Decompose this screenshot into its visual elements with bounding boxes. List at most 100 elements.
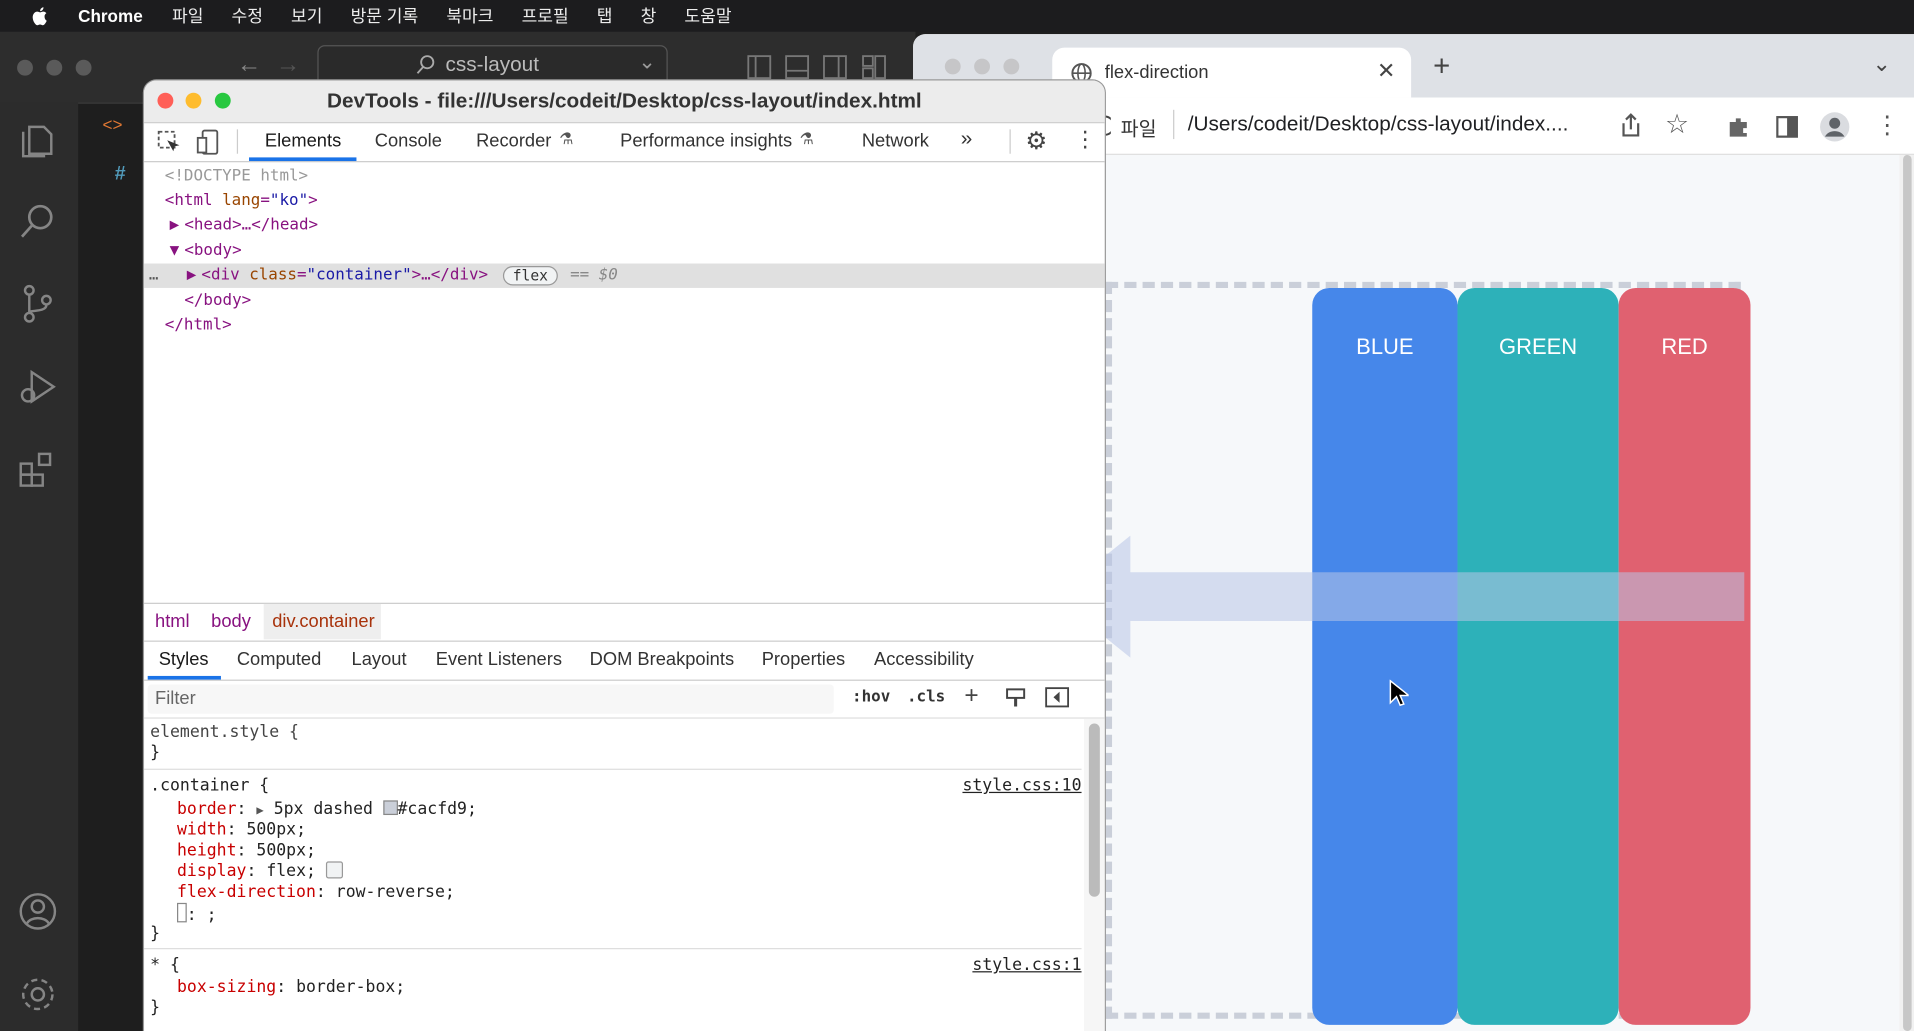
tab-accessibility[interactable]: Accessibility bbox=[874, 649, 974, 670]
menu-item-file[interactable]: 파일 bbox=[172, 4, 203, 28]
universal-source-link[interactable]: style.css:1 bbox=[972, 955, 1081, 976]
html-close-tag[interactable]: </html> bbox=[165, 314, 232, 339]
gear-icon[interactable] bbox=[17, 974, 59, 1015]
styles-filter-bar: Filter :hov .cls + bbox=[144, 681, 1105, 719]
search-icon[interactable] bbox=[17, 200, 59, 241]
new-declaration-editor[interactable]: : ; bbox=[177, 902, 217, 926]
div-container-node[interactable]: <div class="container">…</div> bbox=[201, 264, 488, 289]
share-icon[interactable] bbox=[1619, 112, 1643, 139]
toggle-sidebar-icon[interactable] bbox=[1045, 687, 1070, 709]
tab-performance-insights[interactable]: Performance insights bbox=[620, 131, 792, 152]
expand-arrow-icon[interactable]: ▶ bbox=[170, 214, 180, 239]
breadcrumb-html[interactable]: html bbox=[155, 611, 190, 632]
hov-toggle[interactable]: :hov bbox=[852, 688, 890, 706]
menu-item-window[interactable]: 창 bbox=[641, 4, 657, 28]
tab-recorder[interactable]: Recorder bbox=[476, 131, 551, 152]
back-arrow-icon[interactable]: ← bbox=[237, 51, 261, 79]
tab-event-listeners[interactable]: Event Listeners bbox=[436, 649, 562, 670]
tab-layout[interactable]: Layout bbox=[352, 649, 407, 670]
new-rule-button[interactable]: + bbox=[964, 682, 978, 710]
menu-item-tab[interactable]: 탭 bbox=[597, 4, 613, 28]
side-panel-icon[interactable] bbox=[1775, 115, 1799, 139]
address-bar[interactable]: /Users/codeit/Desktop/css-layout/index..… bbox=[1188, 112, 1569, 136]
window-minimize-button[interactable] bbox=[974, 58, 990, 75]
bookmark-star-icon[interactable]: ☆ bbox=[1665, 109, 1689, 141]
height-declaration[interactable]: height: 500px; bbox=[177, 841, 316, 862]
element-style-selector[interactable]: element.style { bbox=[150, 722, 299, 743]
tab-flex-direction[interactable]: flex-direction ✕ bbox=[1052, 47, 1412, 98]
menu-item-profiles[interactable]: 프로필 bbox=[522, 4, 569, 28]
width-declaration[interactable]: width: 500px; bbox=[177, 820, 306, 841]
body-node[interactable]: <body> bbox=[184, 239, 241, 264]
tab-styles[interactable]: Styles bbox=[159, 649, 209, 670]
window-close-button[interactable] bbox=[157, 92, 174, 109]
close-tab-icon[interactable]: ✕ bbox=[1377, 59, 1395, 85]
tab-elements[interactable]: Elements bbox=[265, 131, 341, 152]
menu-item-history[interactable]: 방문 기록 bbox=[351, 4, 419, 28]
new-tab-button[interactable]: + bbox=[1433, 50, 1450, 84]
apple-icon[interactable] bbox=[29, 5, 51, 27]
scrollbar[interactable] bbox=[1899, 154, 1914, 1031]
tab-properties[interactable]: Properties bbox=[762, 649, 845, 670]
kebab-menu-icon[interactable]: ⋮ bbox=[1074, 127, 1096, 153]
body-close-tag[interactable]: </body> bbox=[184, 289, 251, 314]
extensions-icon[interactable] bbox=[1726, 115, 1750, 139]
box-sizing-declaration[interactable]: box-sizing: border-box; bbox=[177, 977, 405, 998]
window-zoom-button[interactable] bbox=[1003, 58, 1020, 75]
scheme-label[interactable]: 파일 bbox=[1121, 112, 1157, 141]
window-zoom-button[interactable] bbox=[75, 59, 92, 76]
kebab-menu-icon[interactable]: ⋮ bbox=[1875, 110, 1899, 141]
inspect-element-icon[interactable] bbox=[157, 130, 181, 155]
account-icon[interactable] bbox=[17, 891, 59, 932]
head-node[interactable]: <head>…</head> bbox=[184, 214, 318, 239]
html-node[interactable]: <html lang="ko"> bbox=[165, 189, 318, 214]
universal-selector[interactable]: * { bbox=[150, 955, 180, 976]
window-minimize-button[interactable] bbox=[46, 59, 63, 76]
tab-network[interactable]: Network bbox=[862, 131, 929, 152]
flex-badge[interactable]: flex bbox=[502, 265, 558, 286]
expand-arrow-icon[interactable]: ▶ bbox=[256, 804, 263, 817]
paint-brush-icon[interactable] bbox=[1005, 687, 1027, 709]
collapse-arrow-icon[interactable]: ▼ bbox=[170, 239, 180, 264]
styles-scrollbar[interactable] bbox=[1083, 718, 1105, 1031]
forward-arrow-icon[interactable]: → bbox=[276, 51, 300, 79]
expand-arrow-icon[interactable]: ▶ bbox=[187, 264, 197, 289]
window-close-button[interactable] bbox=[17, 59, 33, 76]
border-declaration[interactable]: border: ▶ 5px dashed #cacfd9; bbox=[177, 799, 477, 821]
device-toolbar-icon[interactable] bbox=[196, 129, 221, 156]
app-name[interactable]: Chrome bbox=[78, 6, 143, 26]
tab-dom-breakpoints[interactable]: DOM Breakpoints bbox=[590, 649, 735, 670]
more-tabs-icon[interactable]: » bbox=[961, 127, 973, 151]
tab-computed[interactable]: Computed bbox=[237, 649, 321, 670]
gear-icon[interactable]: ⚙ bbox=[1025, 126, 1047, 157]
window-minimize-button[interactable] bbox=[185, 92, 202, 109]
doctype-node[interactable]: <!DOCTYPE html> bbox=[165, 165, 308, 190]
container-selector[interactable]: .container { bbox=[150, 776, 269, 797]
breadcrumb-body[interactable]: body bbox=[211, 611, 251, 632]
chevron-down-icon[interactable]: ⌄ bbox=[1873, 51, 1891, 77]
box-red-label: RED bbox=[1661, 334, 1708, 359]
profile-avatar-icon[interactable] bbox=[1819, 111, 1851, 143]
window-close-button[interactable] bbox=[944, 58, 961, 75]
window-zoom-button[interactable] bbox=[214, 92, 231, 109]
tab-console[interactable]: Console bbox=[375, 131, 442, 152]
menu-item-help[interactable]: 도움말 bbox=[684, 4, 731, 28]
breadcrumb-div-container[interactable]: div.container bbox=[272, 611, 374, 632]
run-debug-icon[interactable] bbox=[17, 366, 59, 407]
layout-controls-icon[interactable] bbox=[747, 55, 893, 82]
menu-item-view[interactable]: 보기 bbox=[291, 4, 322, 28]
flexbox-editor-icon[interactable] bbox=[325, 861, 343, 879]
divider bbox=[236, 129, 239, 154]
color-swatch[interactable] bbox=[382, 800, 398, 816]
filter-input[interactable]: Filter bbox=[147, 684, 834, 714]
explorer-icon[interactable] bbox=[17, 120, 59, 161]
cls-toggle[interactable]: .cls bbox=[907, 688, 945, 706]
container-source-link[interactable]: style.css:10 bbox=[962, 776, 1081, 797]
row-ellipsis[interactable]: … bbox=[149, 264, 159, 289]
flex-direction-declaration[interactable]: flex-direction: row-reverse; bbox=[177, 882, 455, 903]
source-control-icon[interactable] bbox=[17, 283, 59, 324]
extensions-icon[interactable] bbox=[17, 449, 59, 490]
display-declaration[interactable]: display: flex; bbox=[177, 861, 343, 882]
menu-item-bookmarks[interactable]: 북마크 bbox=[446, 4, 493, 28]
menu-item-edit[interactable]: 수정 bbox=[232, 4, 263, 28]
